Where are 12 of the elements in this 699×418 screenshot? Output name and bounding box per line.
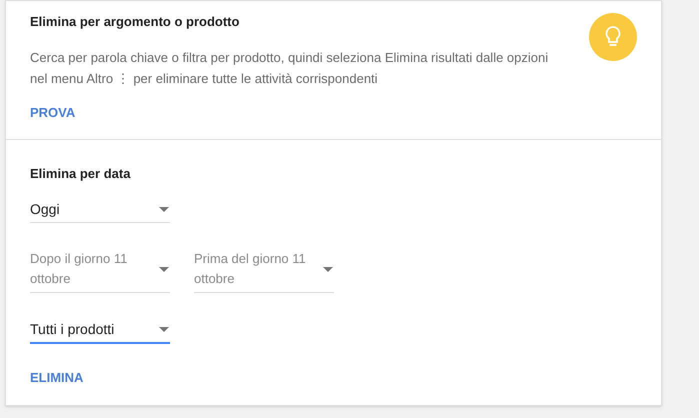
description-text: Cerca per parola chiave o filtra per prodotto, quindi seleziona Elimina risultati dalle opzioni nel menu Altro ⋮ per eliminare tutte le attività corrispondenti [30,49,550,88]
dropdown-field[interactable]: Tutti i prodotti [30,319,170,344]
section-title: Elimina per argomento o prodotto [30,13,240,31]
delete-link[interactable]: ELIMINA [30,368,84,388]
lightbulb-icon [605,26,621,48]
dropdown-arrow-icon [159,266,169,272]
dropdown-arrow-icon [159,326,169,332]
try-link[interactable]: PROVA [30,103,76,122]
dropdown-arrow-icon [323,266,333,272]
section-title: Elimina per data [30,165,132,183]
dropdown-field[interactable]: Oggi [30,199,170,223]
dropdown-arrow-icon [159,206,169,212]
